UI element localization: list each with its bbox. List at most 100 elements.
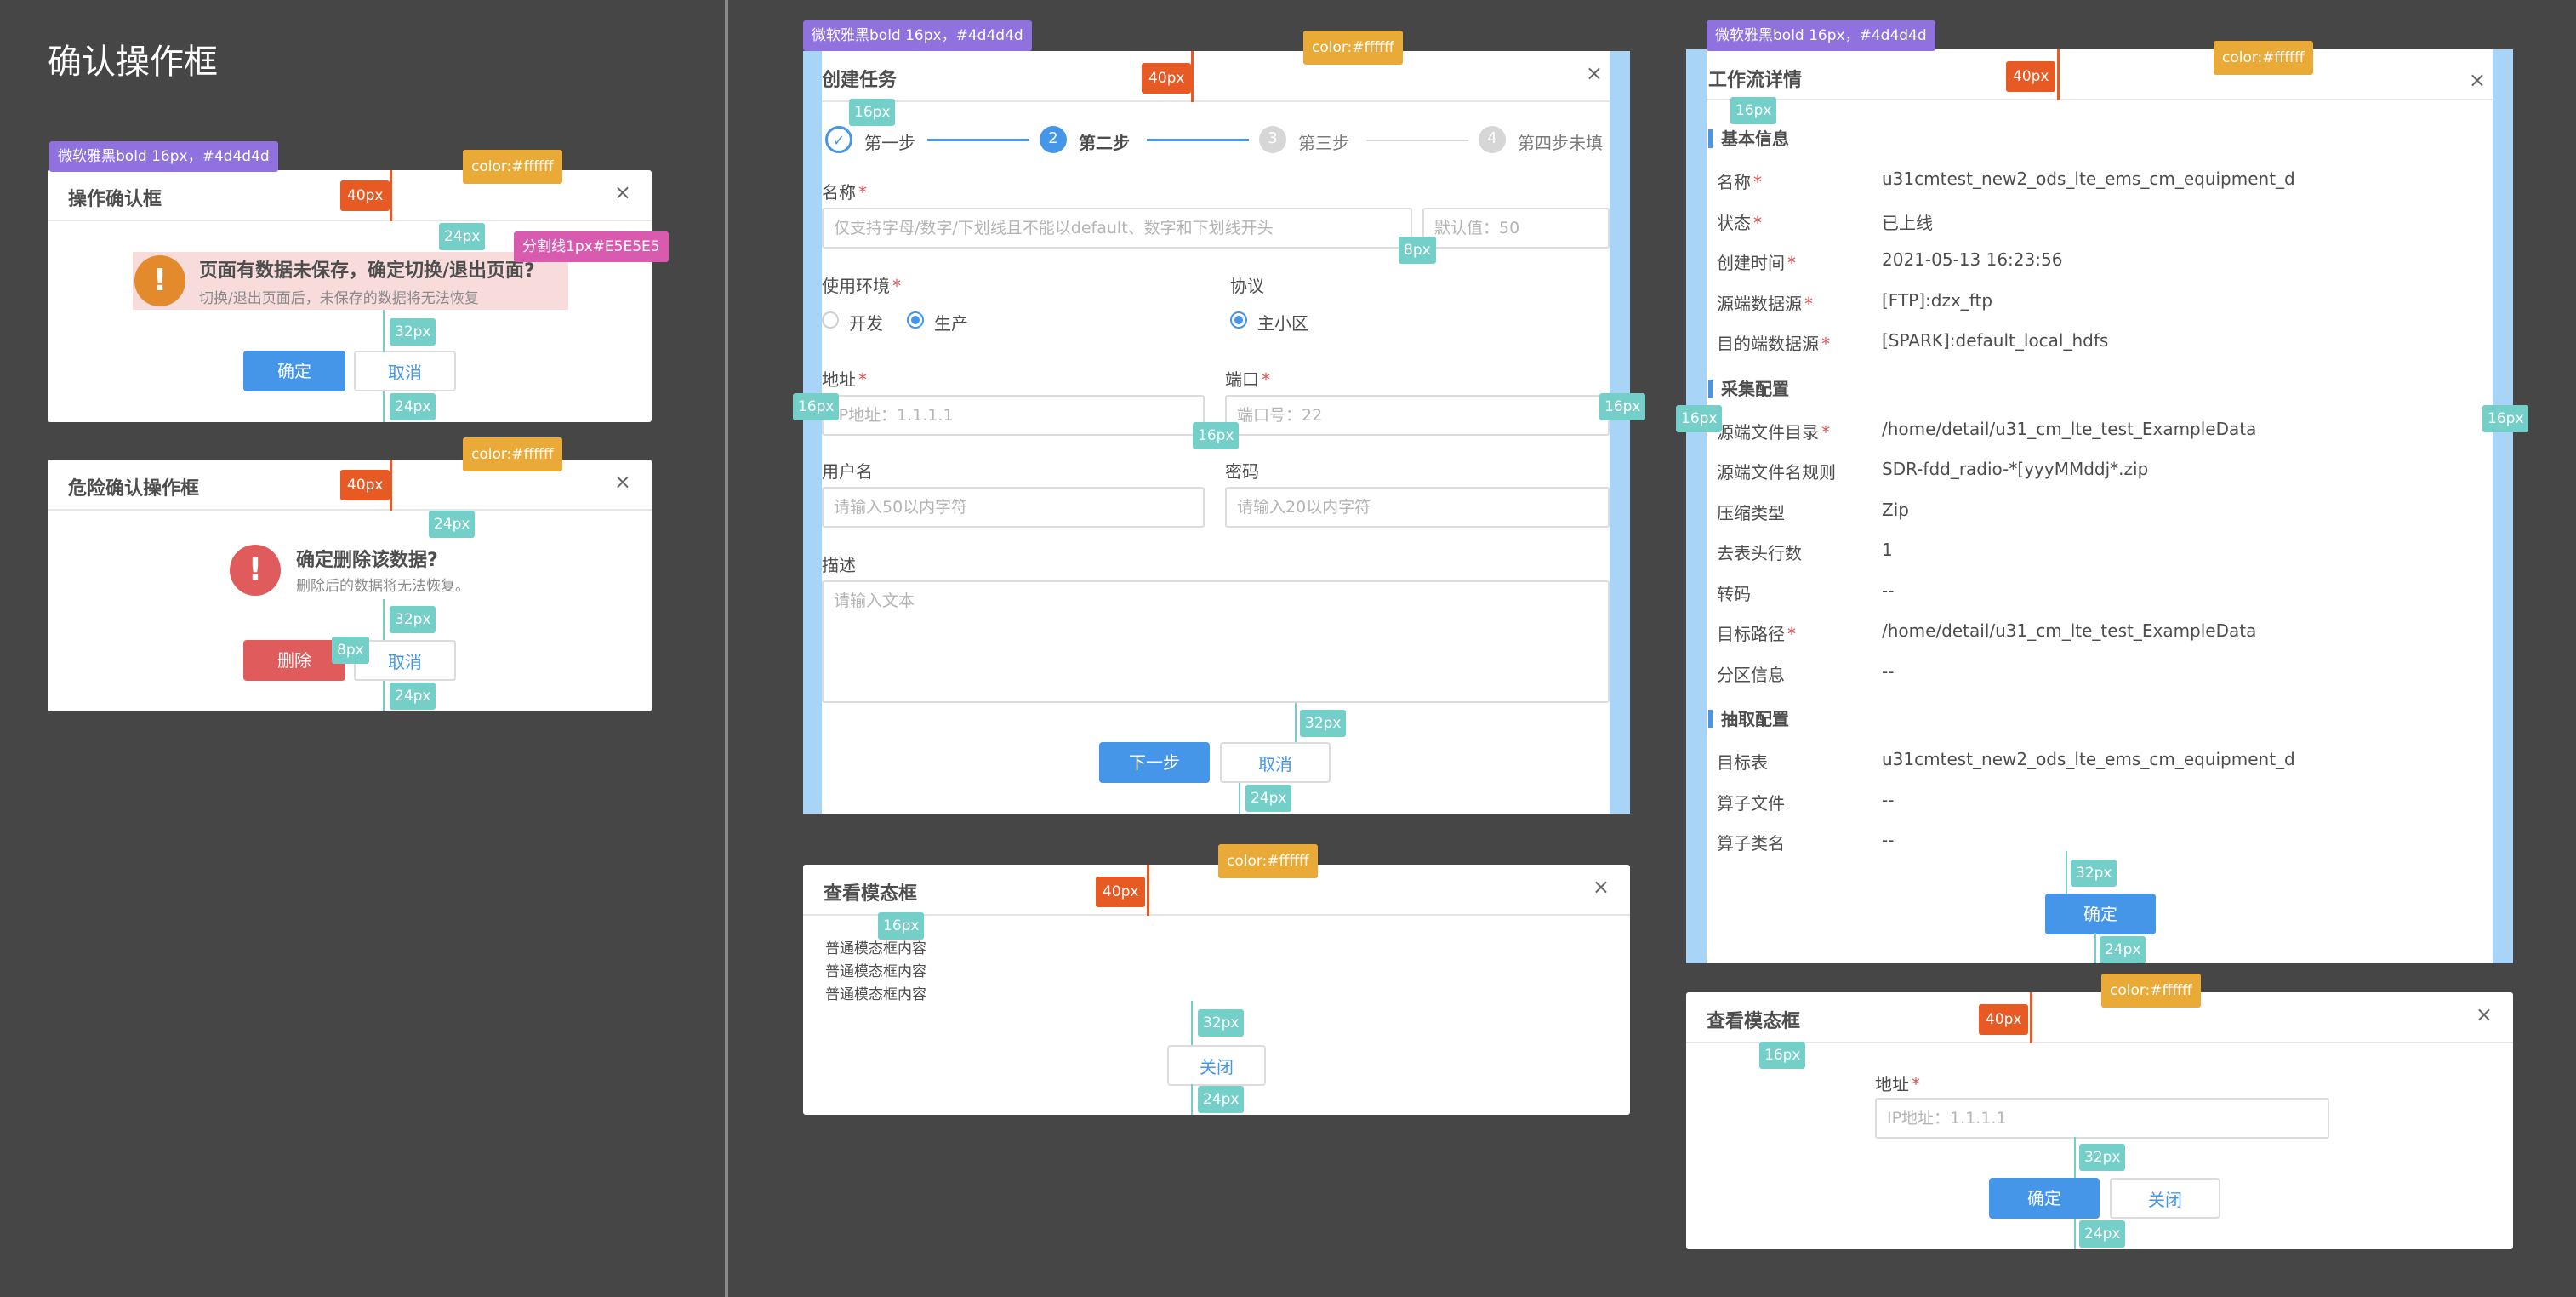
spacing-tag: 8px	[1399, 237, 1436, 264]
step-number: 2	[1040, 126, 1067, 153]
spacing-marker	[2074, 1219, 2076, 1249]
page-title: 确认操作框	[48, 43, 218, 82]
spacing-tag: 16px	[878, 912, 925, 940]
close-button[interactable]: 关闭	[1167, 1045, 1266, 1086]
alert-message: 页面有数据未保存，确定切换/退出页面?	[199, 260, 535, 282]
modal-content-line: 普通模态框内容	[825, 986, 926, 1003]
user-input[interactable]: 请输入50以内字符	[822, 487, 1205, 528]
step-label[interactable]: 第四步未填	[1518, 129, 1603, 154]
detail-value: [FTP]:dzx_ftp	[1882, 289, 1993, 311]
spacing-tag: 24px	[2079, 1220, 2126, 1248]
section-title: 采集配置	[1708, 379, 1789, 398]
step-label[interactable]: 第二步	[1079, 129, 1130, 154]
ok-button[interactable]: 确定	[2045, 894, 2156, 934]
detail-key: 创建时间 *	[1717, 253, 1796, 273]
detail-key: 转码	[1717, 583, 1751, 604]
step-label[interactable]: 第一步	[864, 129, 915, 154]
protocol-radio[interactable]	[1230, 311, 1247, 329]
dialog-header: 查看模态框 ×	[1686, 992, 2513, 1043]
close-button[interactable]: 关闭	[2110, 1178, 2220, 1219]
spacing-marker	[1191, 1084, 1193, 1115]
height-marker	[1147, 865, 1149, 916]
dialog-header: 工作流详情 ×	[1707, 49, 2493, 100]
delete-button[interactable]: 删除	[243, 640, 345, 681]
section-title: 抽取配置	[1708, 710, 1789, 728]
env-radio-dev[interactable]	[822, 311, 839, 329]
close-icon[interactable]: ×	[2469, 68, 2486, 92]
detail-key: 目标路径 *	[1717, 624, 1796, 644]
detail-value: SDR-fdd_radio-*[yyyMMddj*.zip	[1882, 459, 2149, 479]
detail-value: u31cmtest_new2_ods_lte_ems_cm_equipment_…	[1882, 169, 2295, 189]
close-icon[interactable]: ×	[1593, 875, 1610, 899]
detail-key: 算子文件	[1717, 792, 1785, 814]
detail-key: 压缩类型	[1717, 502, 1785, 523]
dialog-title: 创建任务	[822, 70, 898, 91]
protocol-label: 协议	[1230, 276, 1264, 296]
dialog-header: 创建任务 ×	[822, 51, 1610, 102]
step-done-icon: ✓	[825, 126, 852, 153]
color-spec-tag: color:#ffffff	[2101, 974, 2201, 1008]
view-modal: 查看模态框 × 普通模态框内容 普通模态框内容 普通模态框内容 关闭	[803, 865, 1630, 1115]
height-marker	[1191, 51, 1194, 102]
color-spec-tag: color:#ffffff	[1303, 31, 1403, 65]
detail-key: 状态 *	[1717, 212, 1762, 233]
cancel-button[interactable]: 取消	[354, 351, 456, 391]
detail-value: 1	[1882, 540, 1893, 560]
detail-value: Zip	[1882, 499, 1909, 520]
spacing-marker	[383, 310, 385, 352]
close-icon[interactable]: ×	[2476, 1003, 2493, 1026]
ok-button[interactable]: 确定	[243, 351, 345, 391]
detail-value: u31cmtest_new2_ods_lte_ems_cm_equipment_…	[1882, 749, 2295, 769]
dialog-title: 工作流详情	[1708, 70, 1803, 91]
spacing-marker	[383, 599, 385, 640]
addr-input[interactable]: IP地址：1.1.1.1	[822, 395, 1205, 436]
detail-value: --	[1882, 789, 1895, 810]
next-button[interactable]: 下一步	[1099, 742, 1210, 783]
padding-highlight	[2493, 49, 2513, 963]
close-icon[interactable]: ×	[614, 180, 631, 204]
step-number: 4	[1479, 126, 1506, 153]
desc-textarea[interactable]: 请输入文本	[822, 580, 1610, 703]
spacing-tag: 24px	[429, 511, 476, 538]
height-tag: 40px	[340, 180, 390, 211]
spacing-tag: 32px	[390, 606, 436, 633]
height-tag: 40px	[1979, 1004, 2029, 1035]
addr-label: 地址 *	[1875, 1074, 1920, 1094]
pwd-input[interactable]: 请输入20以内字符	[1225, 487, 1610, 528]
cancel-button[interactable]: 取消	[1220, 742, 1331, 783]
dialog-title: 危险确认操作框	[68, 478, 200, 500]
env-option-label[interactable]: 开发	[849, 310, 883, 334]
detail-value: --	[1882, 580, 1895, 601]
pwd-label: 密码	[1225, 461, 1259, 482]
spacing-tag: 16px	[849, 99, 896, 126]
section-divider	[725, 0, 728, 1297]
name-default-input[interactable]: 默认值：50	[1422, 208, 1610, 249]
close-icon[interactable]: ×	[614, 470, 631, 494]
cancel-button[interactable]: 取消	[354, 640, 456, 681]
color-spec-tag: color:#ffffff	[463, 150, 562, 184]
spacing-marker	[1191, 1001, 1193, 1045]
addr-input[interactable]: IP地址：1.1.1.1	[1875, 1098, 2329, 1139]
protocol-option-label[interactable]: 主小区	[1257, 310, 1308, 334]
detail-value: --	[1882, 660, 1895, 682]
height-marker	[390, 460, 392, 511]
alert-subtext: 切换/退出页面后，未保存的数据将无法恢复	[199, 290, 479, 307]
alert-subtext: 删除后的数据将无法恢复。	[296, 578, 470, 595]
env-radio-prod[interactable]	[907, 311, 924, 329]
spacing-tag: 24px	[1198, 1086, 1245, 1113]
detail-value: /home/detail/u31_cm_lte_test_ExampleData	[1882, 620, 2257, 641]
font-spec-tag: 微软雅黑bold 16px，#4d4d4d	[49, 141, 278, 172]
step-number: 3	[1259, 126, 1286, 153]
env-option-label[interactable]: 生产	[934, 310, 968, 334]
color-spec-tag: color:#ffffff	[1218, 844, 1318, 878]
height-marker	[2030, 992, 2032, 1043]
spacing-tag: 24px	[390, 393, 436, 420]
ok-button[interactable]: 确定	[1989, 1178, 2100, 1219]
spacing-marker	[383, 681, 385, 711]
port-input[interactable]: 端口号：22	[1225, 395, 1610, 436]
close-icon[interactable]: ×	[1586, 61, 1603, 85]
step-label[interactable]: 第三步	[1298, 129, 1349, 154]
modal-content-line: 普通模态框内容	[825, 963, 926, 980]
name-input[interactable]: 仅支持字母/数字/下划线且不能以default、数字和下划线开头	[822, 208, 1412, 249]
alert-message: 确定删除该数据?	[296, 550, 438, 571]
